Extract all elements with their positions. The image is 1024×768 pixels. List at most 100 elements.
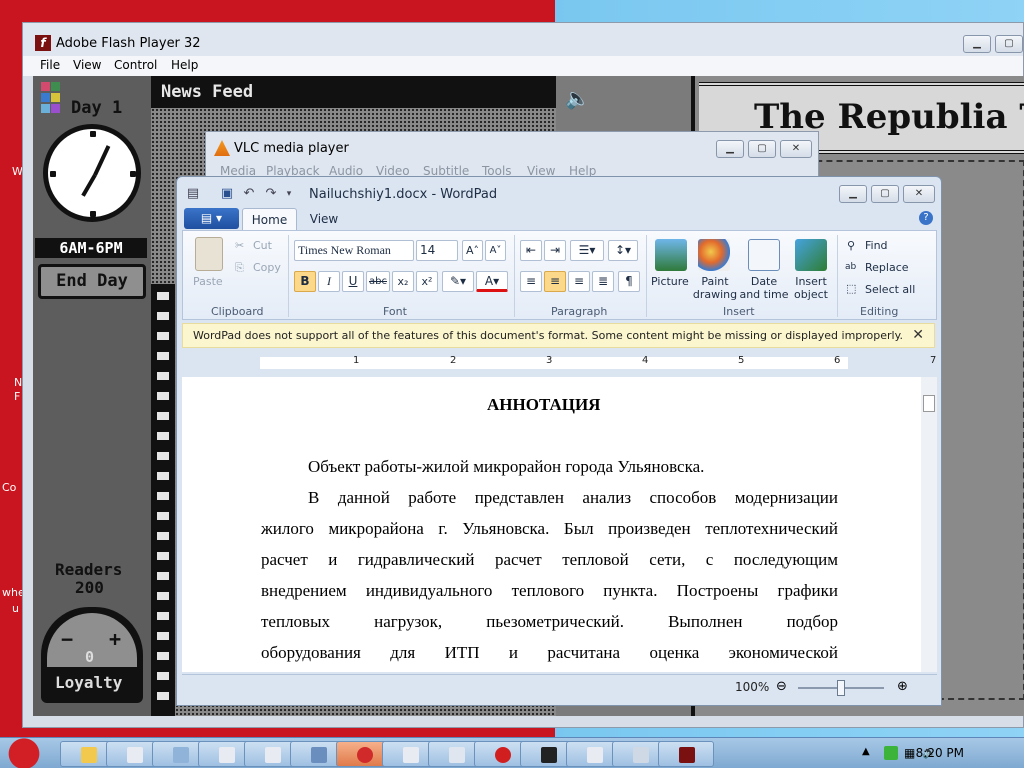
maximize-button[interactable]: ▢ (995, 35, 1023, 53)
readers-label: Readers (55, 560, 123, 579)
underline-button[interactable]: U (342, 271, 364, 292)
show-hidden-icons-icon[interactable]: ▲ (862, 746, 870, 757)
desktop-label[interactable]: N (14, 376, 22, 389)
vlc-minimize-button[interactable]: ▁ (716, 140, 744, 158)
clipboard-group-label: Clipboard (211, 305, 264, 318)
replace-button[interactable]: Replace (865, 261, 909, 274)
zoom-in-icon[interactable]: ⊕ (897, 679, 908, 694)
vlc-close-button[interactable]: ✕ (780, 140, 812, 158)
gauge-plus-icon: + (109, 627, 122, 651)
find-button[interactable]: Find (865, 239, 888, 252)
editing-group-label: Editing (860, 305, 899, 318)
loyalty-gauge: − + 0 Loyalty (41, 607, 143, 703)
flash-window-title: Adobe Flash Player 32 (56, 36, 201, 51)
desktop-label[interactable]: u (12, 602, 19, 615)
italic-button[interactable]: I (318, 271, 340, 292)
flash-icon: f (35, 35, 51, 51)
desktop-label[interactable]: Co (2, 481, 16, 494)
minimize-button[interactable]: ▁ (963, 35, 991, 53)
menu-view[interactable]: View (73, 58, 101, 72)
justify-icon[interactable]: ≣ (592, 271, 614, 292)
subscript-button[interactable]: x₂ (392, 271, 414, 292)
zoom-out-icon[interactable]: ⊖ (776, 679, 787, 694)
replace-icon: ab (845, 262, 857, 272)
ruler-number: 4 (642, 355, 649, 366)
highlight-color-icon[interactable]: ✎▾ (442, 271, 474, 292)
flash-title-bar[interactable]: f Adobe Flash Player 32 ▁ ▢ (23, 23, 1023, 56)
align-right-icon[interactable]: ≡ (568, 271, 590, 292)
start-button[interactable] (4, 735, 44, 768)
paragraph-dialog-icon[interactable]: ¶ (618, 271, 640, 292)
tab-view[interactable]: View (301, 208, 347, 230)
vlc-maximize-button[interactable]: ▢ (748, 140, 776, 158)
select-all-button[interactable]: Select all (865, 283, 915, 296)
network-icon[interactable]: ▦ (904, 746, 915, 760)
select-all-icon: ⬚ (846, 282, 857, 295)
date-time-button[interactable]: Date and time (739, 275, 789, 301)
film-strip (151, 284, 175, 716)
info-bar-text: WordPad does not support all of the feat… (193, 329, 904, 342)
vlc-window-title: VLC media player (234, 141, 349, 156)
strikethrough-button[interactable]: abc (366, 271, 390, 292)
zoom-slider-thumb[interactable] (837, 680, 845, 696)
wordpad-maximize-button[interactable]: ▢ (871, 185, 899, 203)
vertical-scrollbar[interactable] (921, 377, 937, 672)
document-line: Объект работы-жилой микрорайон города Ул… (308, 457, 705, 476)
taskbar-button[interactable] (658, 741, 714, 767)
flag-icon (41, 82, 63, 124)
increase-indent-icon[interactable]: ⇥ (544, 240, 566, 261)
zoom-level: 100% (735, 680, 770, 694)
help-icon[interactable]: ? (919, 211, 933, 225)
ruler-number: 3 (546, 355, 553, 366)
cut-button[interactable]: Cut (253, 239, 272, 252)
qat-customize-icon[interactable]: ▾ (281, 186, 297, 202)
tab-home[interactable]: Home (242, 208, 297, 230)
menu-file[interactable]: File (40, 58, 60, 72)
paint-palette-icon (698, 239, 730, 271)
font-size-select[interactable]: 14 (416, 240, 458, 261)
readers-value: 200 (75, 578, 104, 597)
desktop-label[interactable]: F (14, 390, 20, 403)
bullets-icon[interactable]: ☰▾ (570, 240, 604, 261)
time-range: 6AM-6PM (35, 238, 147, 258)
menu-control[interactable]: Control (114, 58, 157, 72)
insert-object-button[interactable]: Insert object (791, 275, 831, 301)
document-line: В данной работе представлен анализ спосо… (308, 488, 838, 507)
copy-button[interactable]: Copy (253, 261, 281, 274)
wordpad-close-button[interactable]: ✕ (903, 185, 935, 203)
copy-icon: ⎘ (235, 261, 244, 274)
ruler[interactable]: 1 2 3 4 5 6 7 (182, 351, 937, 375)
document-line: расчет и гидравлический расчет тепловой … (261, 550, 838, 569)
picture-button[interactable]: Picture (651, 275, 689, 288)
align-center-icon[interactable]: ≡ (544, 271, 566, 292)
decrease-indent-icon[interactable]: ⇤ (520, 240, 542, 261)
taskbar-clock[interactable]: 8:20 PM (916, 746, 964, 760)
info-bar-close-icon[interactable]: ✕ (912, 324, 924, 347)
superscript-button[interactable]: x² (416, 271, 438, 292)
paint-drawing-button[interactable]: Paint drawing (692, 275, 738, 301)
insert-group-label: Insert (723, 305, 755, 318)
loyalty-value: 0 (85, 648, 95, 666)
save-icon[interactable]: ▣ (219, 186, 235, 202)
document-area[interactable]: АННОТАЦИЯ Объект работы-жилой микрорайон… (182, 377, 921, 672)
document-line: оборудования для ИТП и расчитана оценка … (261, 643, 838, 662)
application-menu-button[interactable]: ▤ ▾ (184, 208, 239, 229)
menu-help[interactable]: Help (171, 58, 198, 72)
bold-button[interactable]: B (294, 271, 316, 292)
end-day-button[interactable]: End Day (38, 264, 146, 299)
line-spacing-icon[interactable]: ↕▾ (608, 240, 638, 261)
paste-button[interactable]: Paste (193, 275, 223, 288)
scissors-icon: ✂ (235, 239, 245, 252)
paste-icon (195, 237, 223, 271)
battery-icon[interactable] (884, 746, 898, 760)
undo-icon[interactable]: ↶ (241, 186, 257, 202)
align-left-icon[interactable]: ≡ (520, 271, 542, 292)
font-color-icon[interactable]: A▾ (476, 271, 508, 292)
grow-font-icon[interactable]: A˄ (462, 240, 483, 261)
redo-icon[interactable]: ↷ (263, 186, 279, 202)
wordpad-minimize-button[interactable]: ▁ (839, 185, 867, 203)
font-family-select[interactable]: Times New Roman (294, 240, 414, 261)
ruler-number: 5 (738, 355, 745, 366)
shrink-font-icon[interactable]: A˅ (485, 240, 506, 261)
speaker-icon[interactable]: 🔈 (565, 86, 590, 110)
